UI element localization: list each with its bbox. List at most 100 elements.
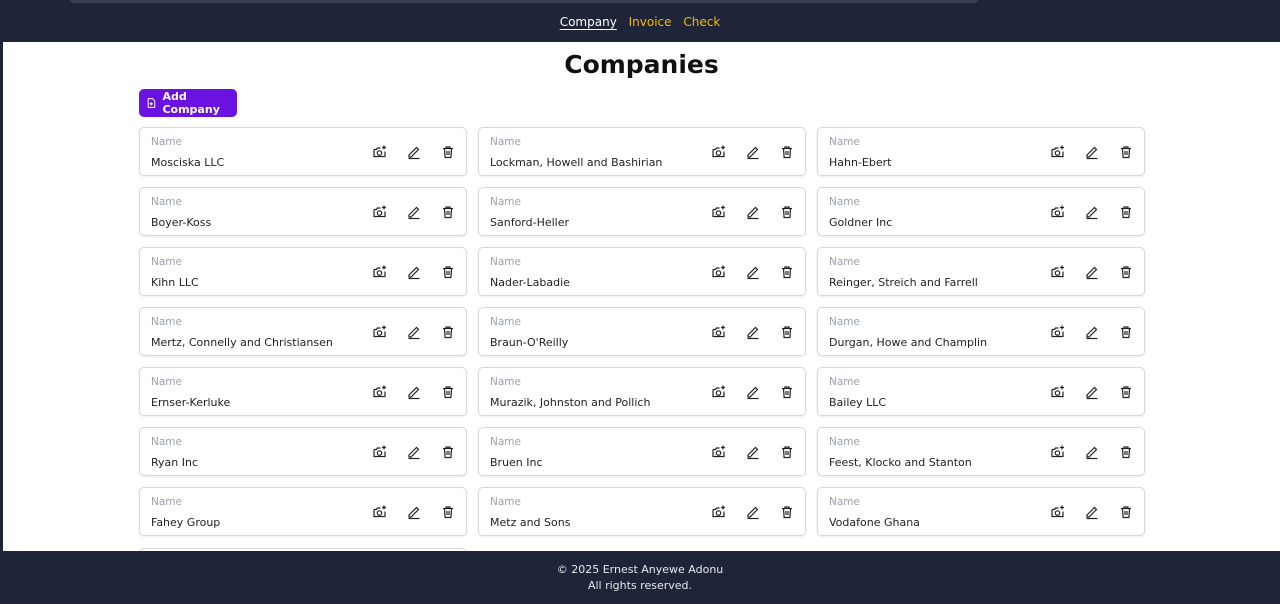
card-actions <box>1050 264 1134 280</box>
upload-logo-button[interactable] <box>711 324 727 340</box>
delete-button[interactable] <box>1118 204 1134 220</box>
delete-button[interactable] <box>779 384 795 400</box>
upload-logo-button[interactable] <box>372 384 388 400</box>
delete-button[interactable] <box>440 264 456 280</box>
delete-button[interactable] <box>1118 324 1134 340</box>
company-name: Nader-Labadie <box>490 276 570 289</box>
edit-button[interactable] <box>745 144 761 160</box>
upload-logo-button[interactable] <box>372 144 388 160</box>
delete-button[interactable] <box>1118 504 1134 520</box>
edit-button[interactable] <box>1084 264 1100 280</box>
company-card: Name Feest, Klocko and Stanton <box>817 427 1145 476</box>
upload-logo-button[interactable] <box>372 324 388 340</box>
top-navbar: Company Invoice Check <box>0 0 1280 42</box>
edit-button[interactable] <box>406 204 422 220</box>
nav-company[interactable]: Company <box>560 15 617 29</box>
edit-button[interactable] <box>745 264 761 280</box>
name-label: Name <box>490 316 521 328</box>
edit-button[interactable] <box>406 324 422 340</box>
delete-button[interactable] <box>440 204 456 220</box>
delete-button[interactable] <box>779 144 795 160</box>
delete-button[interactable] <box>440 384 456 400</box>
trash-icon <box>1118 264 1134 280</box>
delete-button[interactable] <box>1118 384 1134 400</box>
delete-button[interactable] <box>1118 444 1134 460</box>
edit-button[interactable] <box>406 444 422 460</box>
upload-logo-button[interactable] <box>1050 324 1066 340</box>
upload-logo-button[interactable] <box>1050 444 1066 460</box>
delete-button[interactable] <box>779 264 795 280</box>
delete-button[interactable] <box>1118 144 1134 160</box>
trash-icon <box>440 504 456 520</box>
edit-button[interactable] <box>1084 384 1100 400</box>
nav-check[interactable]: Check <box>683 15 720 29</box>
edit-button[interactable] <box>745 384 761 400</box>
edit-button[interactable] <box>406 384 422 400</box>
edit-button[interactable] <box>1084 504 1100 520</box>
edit-button[interactable] <box>406 504 422 520</box>
edit-button[interactable] <box>1084 444 1100 460</box>
card-actions <box>372 144 456 160</box>
company-card: Name Murazik, Johnston and Pollich <box>478 367 806 416</box>
upload-logo-button[interactable] <box>711 444 727 460</box>
upload-logo-button[interactable] <box>711 384 727 400</box>
company-name: Goldner Inc <box>829 216 893 229</box>
upload-logo-button[interactable] <box>711 264 727 280</box>
edit-button[interactable] <box>1084 324 1100 340</box>
edit-button[interactable] <box>745 324 761 340</box>
card-actions <box>372 264 456 280</box>
edit-button[interactable] <box>406 144 422 160</box>
company-name: Bailey LLC <box>829 396 887 409</box>
trash-icon <box>779 504 795 520</box>
upload-logo-button[interactable] <box>711 204 727 220</box>
company-card: Name Reinger, Streich and Farrell <box>817 247 1145 296</box>
upload-logo-button[interactable] <box>711 504 727 520</box>
name-label: Name <box>151 496 182 508</box>
upload-logo-button[interactable] <box>1050 264 1066 280</box>
upload-logo-button[interactable] <box>372 444 388 460</box>
trash-icon <box>779 324 795 340</box>
edit-button[interactable] <box>745 204 761 220</box>
upload-logo-button[interactable] <box>372 264 388 280</box>
company-card: Name Bruen Inc <box>478 427 806 476</box>
edit-button[interactable] <box>745 504 761 520</box>
upload-logo-button[interactable] <box>1050 384 1066 400</box>
add-photo-icon <box>711 324 727 340</box>
company-card: Name Bailey LLC <box>817 367 1145 416</box>
company-card: Name Mertz, Connelly and Christiansen <box>139 307 467 356</box>
add-photo-icon <box>372 324 388 340</box>
delete-button[interactable] <box>440 144 456 160</box>
upload-logo-button[interactable] <box>1050 504 1066 520</box>
card-actions <box>711 384 795 400</box>
name-label: Name <box>829 496 860 508</box>
nav-invoice[interactable]: Invoice <box>629 15 672 29</box>
delete-button[interactable] <box>440 504 456 520</box>
name-label: Name <box>829 136 860 148</box>
name-label: Name <box>490 136 521 148</box>
delete-button[interactable] <box>440 324 456 340</box>
name-label: Name <box>490 196 521 208</box>
delete-button[interactable] <box>1118 264 1134 280</box>
upload-logo-button[interactable] <box>1050 204 1066 220</box>
delete-button[interactable] <box>779 324 795 340</box>
add-company-button[interactable]: Add Company <box>139 89 237 117</box>
delete-button[interactable] <box>779 204 795 220</box>
edit-button[interactable] <box>1084 204 1100 220</box>
company-card: Name Fahey Group <box>139 487 467 536</box>
card-actions <box>711 444 795 460</box>
delete-button[interactable] <box>440 444 456 460</box>
delete-button[interactable] <box>779 504 795 520</box>
company-name: Hahn-Ebert <box>829 156 892 169</box>
company-card: Name Ryan Inc <box>139 427 467 476</box>
upload-logo-button[interactable] <box>372 504 388 520</box>
edit-button[interactable] <box>745 444 761 460</box>
edit-button[interactable] <box>406 264 422 280</box>
company-card: Name Lockman, Howell and Bashirian <box>478 127 806 176</box>
delete-button[interactable] <box>779 444 795 460</box>
edit-icon <box>745 444 761 460</box>
upload-logo-button[interactable] <box>711 144 727 160</box>
edit-button[interactable] <box>1084 144 1100 160</box>
upload-logo-button[interactable] <box>372 204 388 220</box>
edit-icon <box>1084 204 1100 220</box>
upload-logo-button[interactable] <box>1050 144 1066 160</box>
